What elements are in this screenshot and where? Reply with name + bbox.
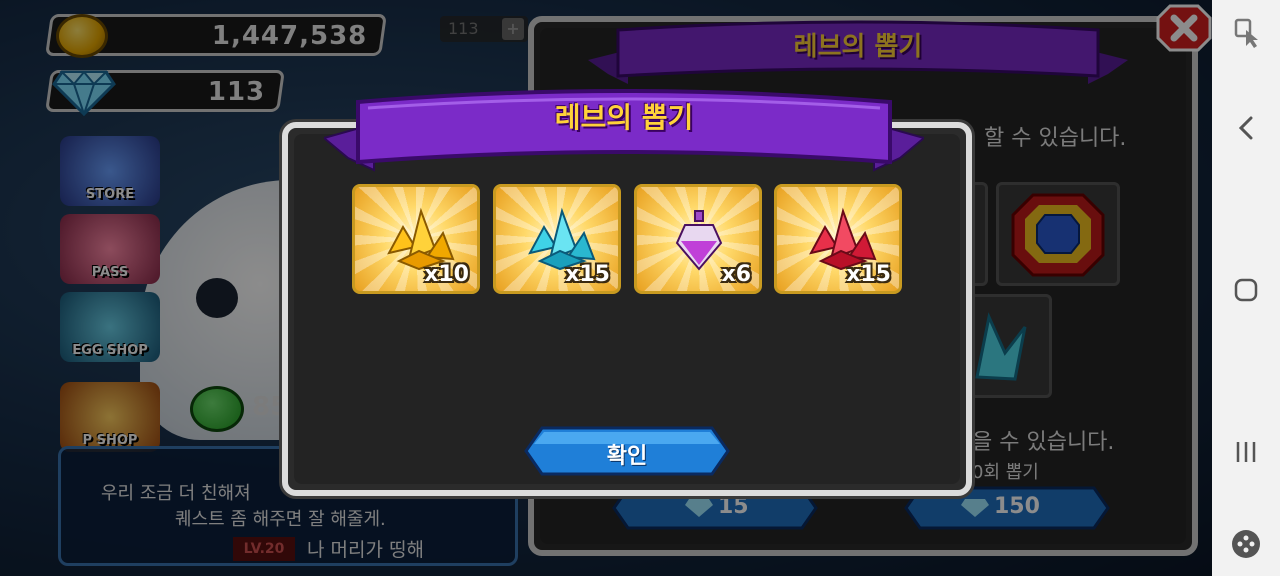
reward-item-1[interactable]: x10: [352, 184, 480, 294]
reward-item-4[interactable]: x15: [774, 184, 902, 294]
home-icon[interactable]: [1226, 270, 1266, 310]
reward-qty-3: x6: [721, 262, 752, 287]
modal-title: 레브의 뽑기: [554, 101, 694, 134]
reward-qty-1: x10: [424, 262, 469, 287]
reward-item-3[interactable]: x6: [634, 184, 762, 294]
reward-qty-2: x15: [565, 262, 610, 287]
reward-qty-4: x15: [846, 262, 891, 287]
reward-item-2[interactable]: x15: [493, 184, 621, 294]
game-tools-icon[interactable]: [1226, 524, 1266, 564]
confirm-button[interactable]: 확인: [524, 426, 730, 476]
system-nav-bar: [1212, 0, 1280, 576]
recents-icon[interactable]: [1226, 432, 1266, 472]
confirm-label: 확인: [606, 444, 648, 469]
back-icon[interactable]: [1226, 108, 1266, 148]
screen-cursor-icon[interactable]: [1226, 12, 1266, 52]
